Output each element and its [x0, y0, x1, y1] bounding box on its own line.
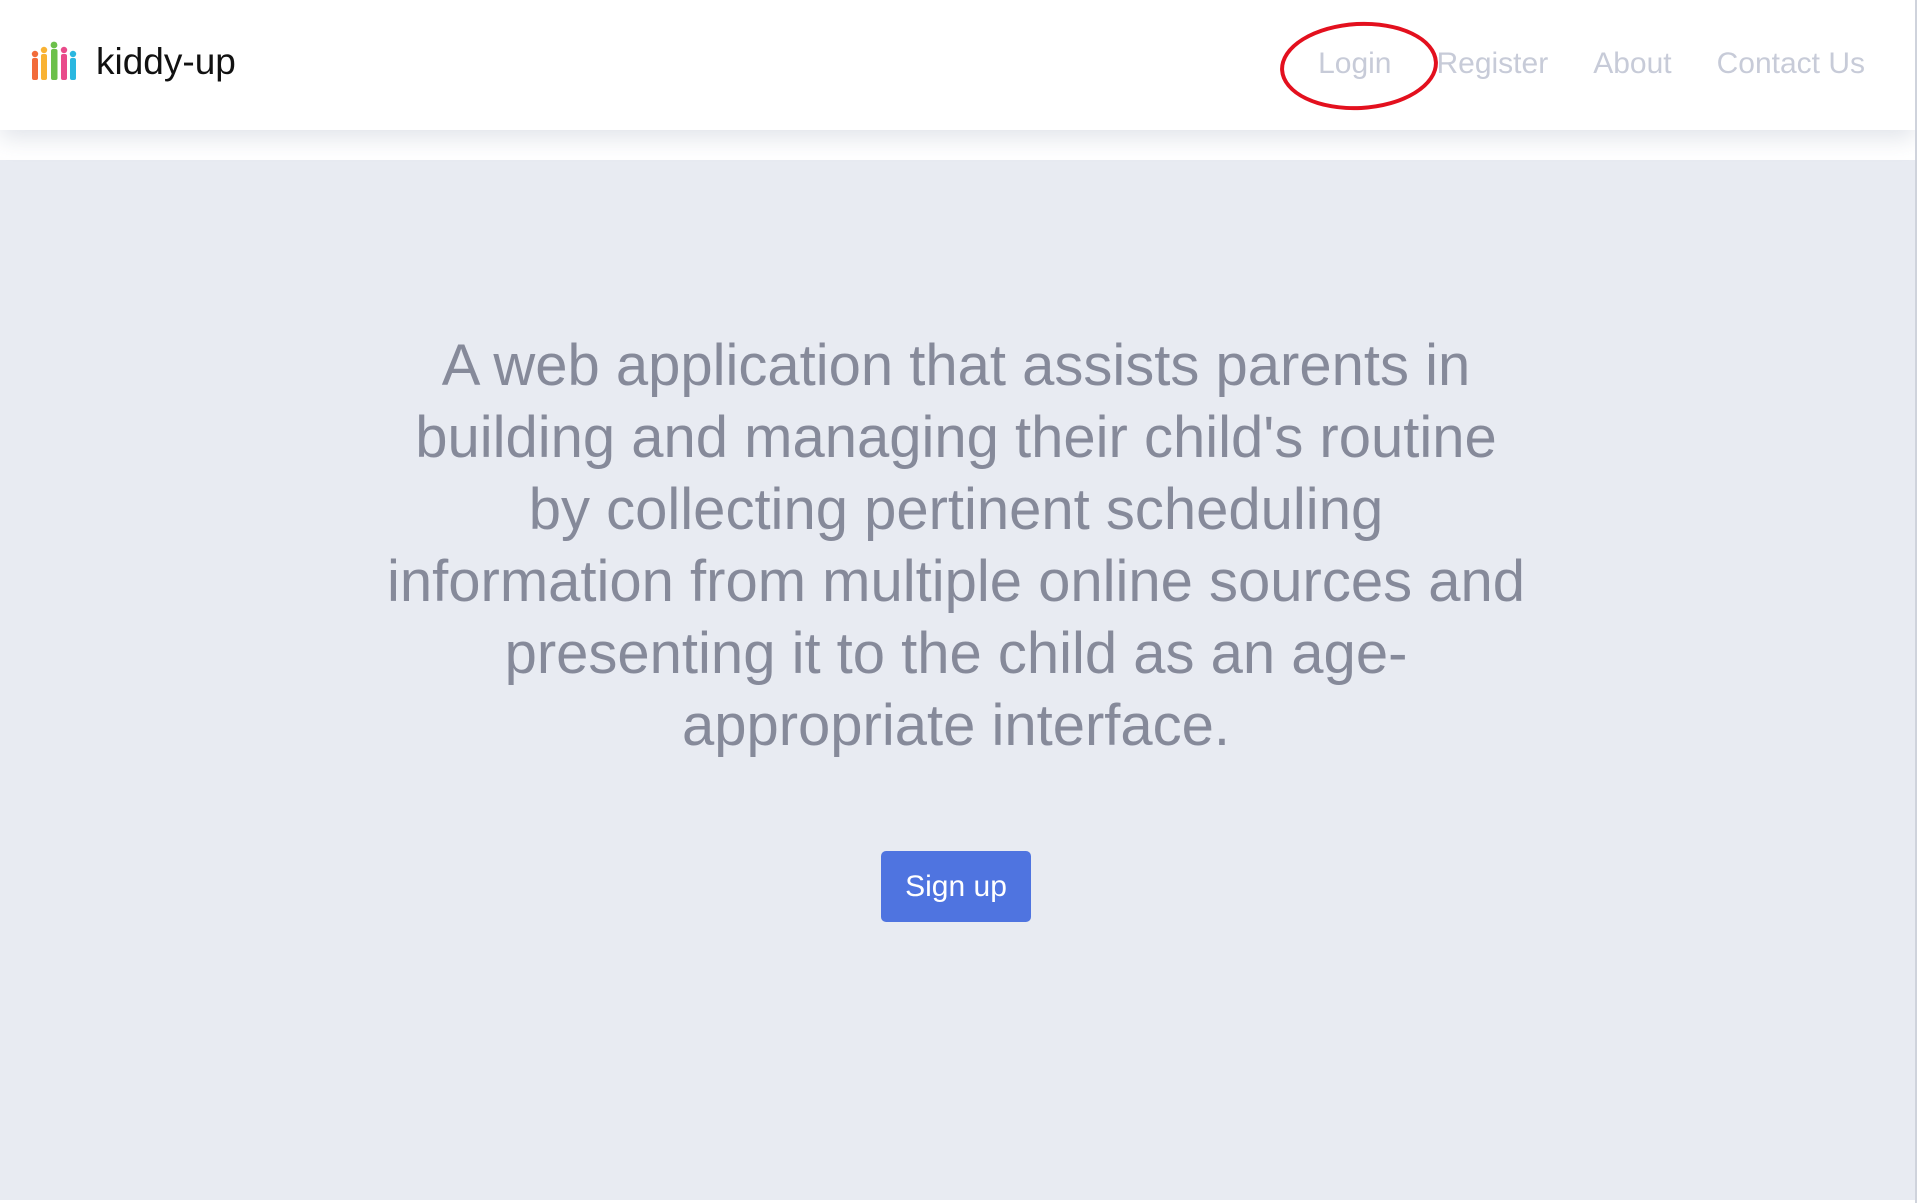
- brand-link[interactable]: kiddy-up: [30, 40, 236, 84]
- nav-login-wrapper: Login: [1277, 17, 1441, 115]
- page: kiddy-up Login Register About Contact Us…: [0, 0, 1917, 1203]
- sign-up-button[interactable]: Sign up: [881, 851, 1031, 922]
- nav-link-register[interactable]: Register: [1436, 44, 1548, 84]
- hero-description: A web application that assists parents i…: [387, 333, 1525, 758]
- top-navbar: kiddy-up Login Register About Contact Us: [0, 0, 1915, 130]
- nav-link-contact-us[interactable]: Contact Us: [1717, 44, 1865, 84]
- brand-name: kiddy-up: [96, 41, 236, 82]
- nav-link-about[interactable]: About: [1593, 44, 1671, 84]
- nav-links: Login Register About Contact Us: [1277, 17, 1865, 115]
- hero-section: A web application that assists parents i…: [0, 160, 1915, 1200]
- family-people-logo-icon: [31, 41, 77, 80]
- nav-link-login[interactable]: Login: [1318, 47, 1391, 80]
